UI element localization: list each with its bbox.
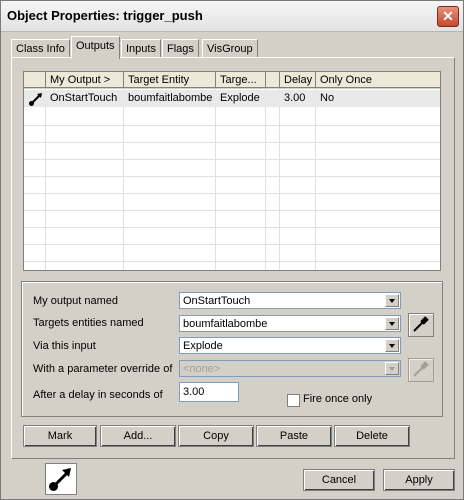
entity-io-icon xyxy=(45,463,77,495)
paste-button[interactable]: Paste xyxy=(256,425,332,447)
output-combobox[interactable]: OnStartTouch xyxy=(179,292,401,309)
column-header-my-output[interactable]: My Output > xyxy=(46,72,124,88)
tab-visgroup[interactable]: VisGroup xyxy=(202,39,258,58)
output-connection-icon xyxy=(24,90,46,107)
column-header-only-once[interactable]: Only Once xyxy=(316,72,440,88)
row-my-output: OnStartTouch xyxy=(50,92,118,104)
input-label: Via this input xyxy=(33,340,96,352)
eyedropper-icon xyxy=(413,361,429,377)
input-combobox[interactable]: Explode xyxy=(179,337,401,354)
object-properties-window: Object Properties: trigger_push ✕ Class … xyxy=(0,0,464,500)
delay-label: After a delay in seconds of xyxy=(33,389,163,401)
column-header-target-input[interactable]: Targe... xyxy=(216,72,266,88)
list-header: My Output > Target Entity Targe... Delay… xyxy=(24,72,440,89)
grid-line xyxy=(265,89,266,270)
chevron-down-icon[interactable] xyxy=(385,317,399,330)
pick-entity-button[interactable] xyxy=(408,313,434,337)
column-header-parameter[interactable] xyxy=(266,72,280,88)
grid-line xyxy=(24,176,440,177)
apply-button[interactable]: Apply xyxy=(383,469,455,491)
tab-inputs[interactable]: Inputs xyxy=(121,39,161,58)
grid-line xyxy=(24,210,440,211)
grid-line xyxy=(315,89,316,270)
chevron-down-icon[interactable] xyxy=(385,294,399,307)
tab-outputs[interactable]: Outputs xyxy=(71,36,120,59)
table-row[interactable]: OnStartTouch boumfaitlabombe Explode 3.0… xyxy=(24,90,440,107)
target-label: Targets entities named xyxy=(33,317,144,329)
fire-once-label: Fire once only xyxy=(303,393,373,405)
parameter-combobox-value: <none> xyxy=(183,363,221,375)
title-bar[interactable]: Object Properties: trigger_push ✕ xyxy=(1,1,463,32)
grid-line xyxy=(24,227,440,228)
grid-line xyxy=(24,244,440,245)
row-target-input: Explode xyxy=(220,92,260,104)
grid-line xyxy=(24,193,440,194)
output-combobox-value: OnStartTouch xyxy=(183,295,251,307)
fire-once-checkbox[interactable] xyxy=(287,394,300,407)
parameter-combobox[interactable]: <none> xyxy=(179,360,401,377)
tab-flags[interactable]: Flags xyxy=(162,39,199,58)
grid-line xyxy=(123,89,124,270)
row-target-entity: boumfaitlabombe xyxy=(128,92,213,104)
grid-line xyxy=(24,142,440,143)
chevron-down-icon[interactable] xyxy=(385,362,399,375)
grid-line xyxy=(24,125,440,126)
eyedropper-icon xyxy=(413,316,429,332)
delete-button[interactable]: Delete xyxy=(334,425,410,447)
tab-class-info[interactable]: Class Info xyxy=(11,39,70,58)
grid-line xyxy=(215,89,216,270)
close-button[interactable]: ✕ xyxy=(437,6,459,27)
add-button[interactable]: Add... xyxy=(100,425,176,447)
output-label: My output named xyxy=(33,295,118,307)
column-header-icon[interactable] xyxy=(24,72,46,88)
target-combobox[interactable]: boumfaitlabombe xyxy=(179,315,401,332)
copy-button[interactable]: Copy xyxy=(178,425,254,447)
grid-line xyxy=(45,89,46,270)
delay-input[interactable]: 3.00 xyxy=(179,382,239,402)
column-header-target-entity[interactable]: Target Entity xyxy=(124,72,216,88)
grid-line xyxy=(279,89,280,270)
row-delay: 3.00 xyxy=(284,92,306,104)
mark-button[interactable]: Mark xyxy=(23,425,97,447)
outputs-list[interactable]: My Output > Target Entity Targe... Delay… xyxy=(23,71,441,271)
cancel-button[interactable]: Cancel xyxy=(303,469,375,491)
pick-parameter-button[interactable] xyxy=(408,358,434,382)
parameter-label: With a parameter override of xyxy=(33,363,173,375)
input-combobox-value: Explode xyxy=(183,340,223,352)
chevron-down-icon[interactable] xyxy=(385,339,399,352)
column-header-delay[interactable]: Delay xyxy=(280,72,316,88)
grid-line xyxy=(24,261,440,262)
window-title: Object Properties: trigger_push xyxy=(7,8,203,23)
grid-line xyxy=(24,159,440,160)
row-only-once: No xyxy=(320,92,335,104)
target-combobox-value: boumfaitlabombe xyxy=(183,318,268,330)
